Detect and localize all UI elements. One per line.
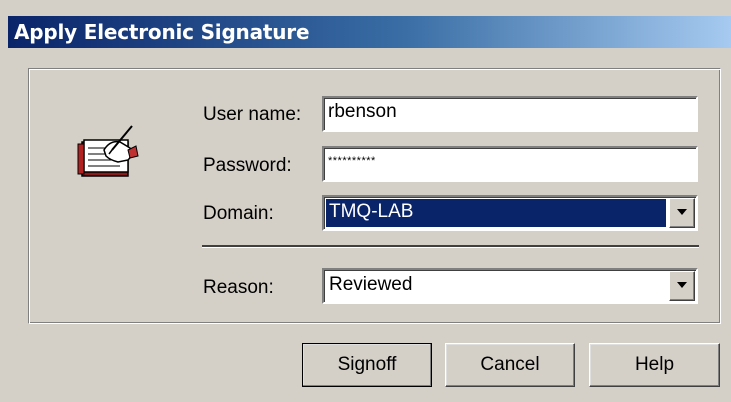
signature-book-icon	[77, 125, 139, 177]
help-button[interactable]: Help	[589, 343, 720, 387]
password-label: Password:	[203, 155, 292, 176]
title-bar[interactable]: Apply Electronic Signature	[8, 16, 731, 48]
dialog-title: Apply Electronic Signature	[14, 20, 310, 44]
separator	[202, 245, 699, 248]
chevron-down-icon[interactable]	[669, 198, 695, 228]
chevron-down-icon[interactable]	[669, 271, 695, 301]
username-field[interactable]: rbenson	[322, 96, 698, 132]
reason-select[interactable]: Reviewed	[322, 268, 698, 304]
reason-label: Reason:	[203, 277, 274, 298]
domain-label: Domain:	[203, 203, 274, 224]
signoff-button[interactable]: Signoff	[302, 343, 432, 387]
apply-signature-dialog: Apply Electronic Signature User name: rb…	[0, 0, 731, 402]
cancel-button[interactable]: Cancel	[445, 343, 575, 387]
domain-value: TMQ-LAB	[326, 199, 666, 227]
reason-value: Reviewed	[329, 274, 413, 295]
domain-select[interactable]: TMQ-LAB	[322, 195, 698, 231]
username-label: User name:	[203, 104, 302, 125]
password-field[interactable]: **********	[322, 146, 698, 182]
